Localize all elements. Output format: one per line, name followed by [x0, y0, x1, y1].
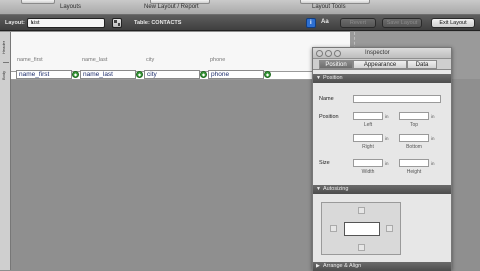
top-toolbar: Layouts New Layout / Report Layout Tools: [0, 0, 480, 15]
save-layout-button[interactable]: Save Layout: [382, 18, 422, 28]
layouts-button[interactable]: [21, 0, 55, 4]
field-name-first[interactable]: name_first: [16, 70, 72, 79]
right-input[interactable]: [353, 134, 383, 142]
manage-layouts-icon[interactable]: [112, 18, 122, 28]
header-part-tab[interactable]: Header: [1, 34, 10, 60]
ruler-mark: [3, 62, 9, 63]
body-part-tab[interactable]: Body: [1, 70, 10, 80]
height-input[interactable]: [399, 159, 429, 167]
section-autosizing-label: Autosizing: [323, 186, 349, 192]
info-icon[interactable]: i: [306, 18, 316, 28]
field-status-icon: ◆: [264, 71, 271, 78]
chevron-down-icon: ▾: [31, 20, 34, 26]
unit-label: in: [385, 136, 389, 141]
tab-appearance[interactable]: Appearance: [353, 60, 407, 69]
inspector-title: Inspector: [365, 50, 390, 56]
section-arrange-label: Arrange & Align: [323, 263, 362, 269]
field-phone[interactable]: phone: [208, 70, 264, 79]
tab-position[interactable]: Position: [319, 60, 353, 69]
field-name-last[interactable]: name_last: [80, 70, 136, 79]
column-header-phone[interactable]: phone: [210, 57, 225, 63]
width-input[interactable]: [353, 159, 383, 167]
section-autosizing-header[interactable]: ▼ Autosizing: [313, 185, 451, 194]
field-city[interactable]: city: [144, 70, 200, 79]
anchor-bottom[interactable]: [358, 244, 365, 251]
part-ruler: Header Body: [0, 32, 11, 270]
unit-label: in: [431, 161, 435, 166]
autosizing-object: [344, 222, 380, 236]
layouts-label: Layouts: [60, 4, 82, 10]
triangle-down-icon: ▼: [316, 75, 321, 81]
name-input[interactable]: [353, 95, 441, 103]
inspector-tabs: Position Appearance Data: [313, 59, 451, 70]
size-label: Size: [319, 160, 330, 166]
section-position-label: Position: [323, 75, 343, 81]
triangle-down-icon: ▼: [316, 186, 321, 192]
unit-label: in: [431, 136, 435, 141]
anchor-top[interactable]: [358, 207, 365, 214]
bottom-input[interactable]: [399, 134, 429, 142]
layout-tools-label: Layout Tools: [312, 4, 346, 10]
revert-button[interactable]: Revert: [340, 18, 376, 28]
autosizing-control[interactable]: [321, 202, 401, 255]
name-label: Name: [319, 96, 334, 102]
close-icon[interactable]: [316, 50, 323, 57]
zoom-icon[interactable]: [334, 50, 341, 57]
anchor-left[interactable]: [330, 225, 337, 232]
height-label: Height: [406, 169, 422, 175]
layout-label: Layout:: [5, 20, 25, 26]
field-status-icon: ◆: [136, 71, 143, 78]
new-layout-label: New Layout / Report: [144, 4, 199, 10]
column-header-name-first[interactable]: name_first: [17, 57, 43, 63]
position-label: Position: [319, 114, 339, 120]
unit-label: in: [431, 114, 435, 119]
field-status-icon: ◆: [72, 71, 79, 78]
inspector-panel[interactable]: Inspector Position Appearance Data ▼ Posi…: [312, 47, 452, 271]
anchor-right[interactable]: [386, 225, 393, 232]
minimize-icon[interactable]: [325, 50, 332, 57]
column-header-city[interactable]: city: [146, 57, 154, 63]
layout-select[interactable]: List ▾: [27, 18, 105, 28]
left-input[interactable]: [353, 112, 383, 120]
left-label: Left: [363, 122, 373, 128]
aa-label: Aa: [321, 19, 329, 25]
unit-label: in: [385, 161, 389, 166]
font-icon[interactable]: Aa: [320, 18, 332, 28]
right-label: Right: [362, 144, 374, 150]
bottom-label: Bottom: [406, 144, 422, 150]
inspector-titlebar[interactable]: Inspector: [313, 48, 451, 59]
width-label: Width: [361, 169, 375, 175]
table-label: Table: CONTACTS: [134, 20, 182, 26]
top-input[interactable]: [399, 112, 429, 120]
column-header-name-last[interactable]: name_last: [82, 57, 107, 63]
unit-label: in: [385, 114, 389, 119]
layout-bar: Layout: List ▾ Table: CONTACTS i Aa Reve…: [0, 15, 480, 31]
tab-data[interactable]: Data: [407, 60, 437, 69]
top-label: Top: [409, 122, 419, 128]
field-status-icon: ◆: [200, 71, 207, 78]
section-position-header[interactable]: ▼ Position: [313, 74, 451, 83]
exit-layout-button[interactable]: Exit Layout: [431, 18, 475, 28]
